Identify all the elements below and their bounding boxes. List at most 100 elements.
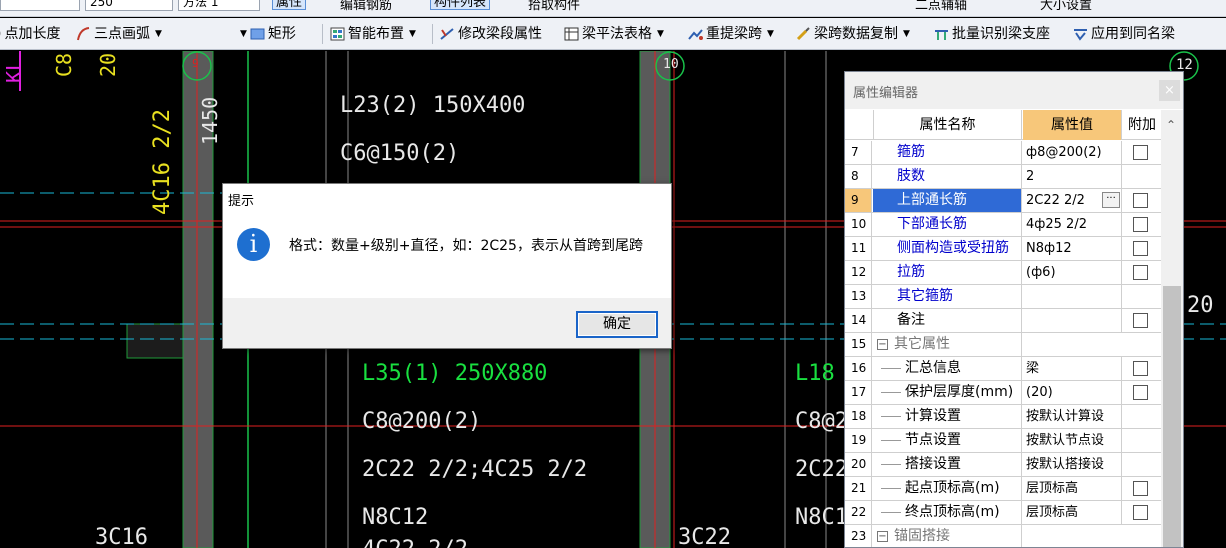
row-number: 12 [845,261,872,284]
property-value[interactable]: 2 [1023,165,1122,188]
attach-checkbox[interactable] [1133,313,1148,328]
property-value[interactable]: (ф6) [1023,261,1122,284]
batch-identify-support-button[interactable]: 批量识别梁支座 [934,25,1050,43]
attach-checkbox[interactable] [1133,361,1148,376]
top-field-3[interactable]: 方法 1 [178,0,260,11]
attach-checkbox[interactable] [1133,385,1148,400]
extra-cell [1123,213,1161,236]
attr-button[interactable]: 属性 [272,0,307,10]
property-name-text: 搭接设置 [905,456,961,472]
axis-bubble-label: 10 [663,57,679,72]
rectangle-button[interactable]: ▼ 矩形 [238,25,296,43]
property-value[interactable] [1023,309,1122,332]
row-number: 19 [845,429,872,452]
property-value[interactable]: 层顶标高 [1023,477,1122,500]
property-value[interactable]: ф8@200(2) [1023,141,1122,164]
header-extra[interactable]: 附加 [1123,110,1161,140]
extra-cell [1123,381,1161,404]
property-row[interactable]: 19 节点设置 按默认节点设 [845,429,1161,453]
copy-span-dropdown-icon[interactable]: ▼ [903,25,910,43]
beam-l23-stirrup: C6@150(2) [340,141,460,166]
attach-checkbox[interactable] [1133,193,1148,208]
batch-identify-support-label: 批量识别梁支座 [952,26,1050,42]
re-extract-dropdown-icon[interactable]: ▼ [767,25,774,43]
attach-checkbox[interactable] [1133,217,1148,232]
cad-text-20-right: 20 [1187,293,1214,318]
property-row[interactable]: 9 上部通长筋 2C22 2/2 ··· [845,189,1161,213]
property-row[interactable]: 11 侧面构造或受扭筋 N8ф12 [845,237,1161,261]
property-row[interactable]: 17 保护层厚度(mm) (20) [845,381,1161,405]
top-partial-right[interactable]: 二点辅轴 [915,0,967,13]
property-row[interactable]: 12 拉筋 (ф6) [845,261,1161,285]
point-length-button[interactable]: ) 点加长度 [0,25,60,43]
pick-component-button[interactable]: 拾取构件 [528,0,580,13]
smart-layout-button[interactable]: 智能布置 ▼ [330,25,416,43]
ok-button[interactable]: 确定 [576,311,658,338]
beam-l18-title: L18 [795,361,835,386]
property-value[interactable]: (20) [1023,381,1122,404]
property-value[interactable]: 按默认节点设 [1023,429,1122,452]
scroll-thumb[interactable] [1163,286,1181,547]
scroll-up-icon[interactable]: ⌃ [1166,118,1176,132]
rect-dropdown-icon[interactable]: ▼ [240,25,247,43]
top-partial-last[interactable]: 大小设置 [1040,0,1092,13]
property-row[interactable]: 23− 锚固搭接 [845,525,1161,547]
property-value[interactable]: 4ф25 2/2 [1023,213,1122,236]
property-value[interactable]: 层顶标高 [1023,501,1122,524]
collapse-icon[interactable]: − [877,338,888,350]
property-row[interactable]: 8 肢数 2 [845,165,1161,189]
attach-checkbox[interactable] [1133,265,1148,280]
header-name[interactable]: 属性名称 [873,110,1022,140]
panel-scrollbar[interactable]: ⌃ [1161,110,1183,547]
row-number: 15 [845,333,872,356]
ellipsis-button[interactable]: ··· [1102,192,1120,208]
beam-l35-stirrup: C8@200(2) [362,409,482,434]
extra-cell [1123,165,1161,188]
property-name-text: 终点顶标高(m) [905,504,1000,520]
top-field-2[interactable]: 250 [85,0,173,11]
smart-layout-dropdown-icon[interactable]: ▼ [409,25,416,43]
modify-span-props-button[interactable]: 修改梁段属性 [440,25,542,43]
extra-cell [1123,189,1161,212]
three-point-arc-button[interactable]: 三点画弧 ▼ [76,25,162,43]
close-icon[interactable]: × [1159,80,1180,101]
property-value[interactable] [1023,285,1122,308]
property-row[interactable]: 10 下部通长筋 4ф25 2/2 [845,213,1161,237]
toolbar-separator [432,24,433,44]
edit-rebar-button[interactable]: 编辑钢筋 [340,0,392,13]
property-value-text: 梁 [1026,361,1040,376]
top-field-1[interactable] [0,0,80,11]
property-row[interactable]: 22 终点顶标高(m) 层顶标高 [845,501,1161,525]
property-row[interactable]: 20 搭接设置 按默认搭接设 [845,453,1161,477]
row-number: 9 [845,189,872,212]
tree-connector [881,439,901,441]
property-row[interactable]: 16 汇总信息 梁 [845,357,1161,381]
property-value[interactable]: N8ф12 [1023,237,1122,260]
re-extract-span-button[interactable]: 重提梁跨 ▼ [688,25,774,43]
apply-same-name-button[interactable]: 应用到同名梁 [1073,25,1175,43]
property-row[interactable]: 15− 其它属性 [845,333,1161,357]
tree-connector [881,511,901,513]
attach-checkbox[interactable] [1133,505,1148,520]
property-value[interactable]: 梁 [1023,357,1122,380]
attach-checkbox[interactable] [1133,481,1148,496]
attach-checkbox[interactable] [1133,145,1148,160]
beam-l35-side: N8C12 [362,505,429,530]
property-row[interactable]: 7 箍筋 ф8@200(2) [845,141,1161,165]
property-row[interactable]: 18 计算设置 按默认计算设 [845,405,1161,429]
arc-dropdown-icon[interactable]: ▼ [155,25,162,43]
beam-table-button[interactable]: 梁平法表格 ▼ [564,25,664,43]
property-row[interactable]: 21 起点顶标高(m) 层顶标高 [845,477,1161,501]
copy-span-data-button[interactable]: 梁跨数据复制 ▼ [796,25,910,43]
property-row[interactable]: 14 备注 [845,309,1161,333]
collapse-icon[interactable]: − [877,530,888,542]
header-value[interactable]: 属性值 [1023,110,1122,140]
property-value[interactable]: 2C22 2/2 ··· [1023,189,1122,212]
attach-checkbox[interactable] [1133,241,1148,256]
property-row[interactable]: 13 其它箍筋 [845,285,1161,309]
top-toolbar: 250 方法 1 属性 编辑钢筋 构件列表 拾取构件 二点辅轴 大小设置 [0,0,1226,17]
property-value[interactable]: 按默认搭接设 [1023,453,1122,476]
beam-table-dropdown-icon[interactable]: ▼ [657,25,664,43]
component-list-button[interactable]: 构件列表 [430,0,491,10]
property-value[interactable]: 按默认计算设 [1023,405,1122,428]
